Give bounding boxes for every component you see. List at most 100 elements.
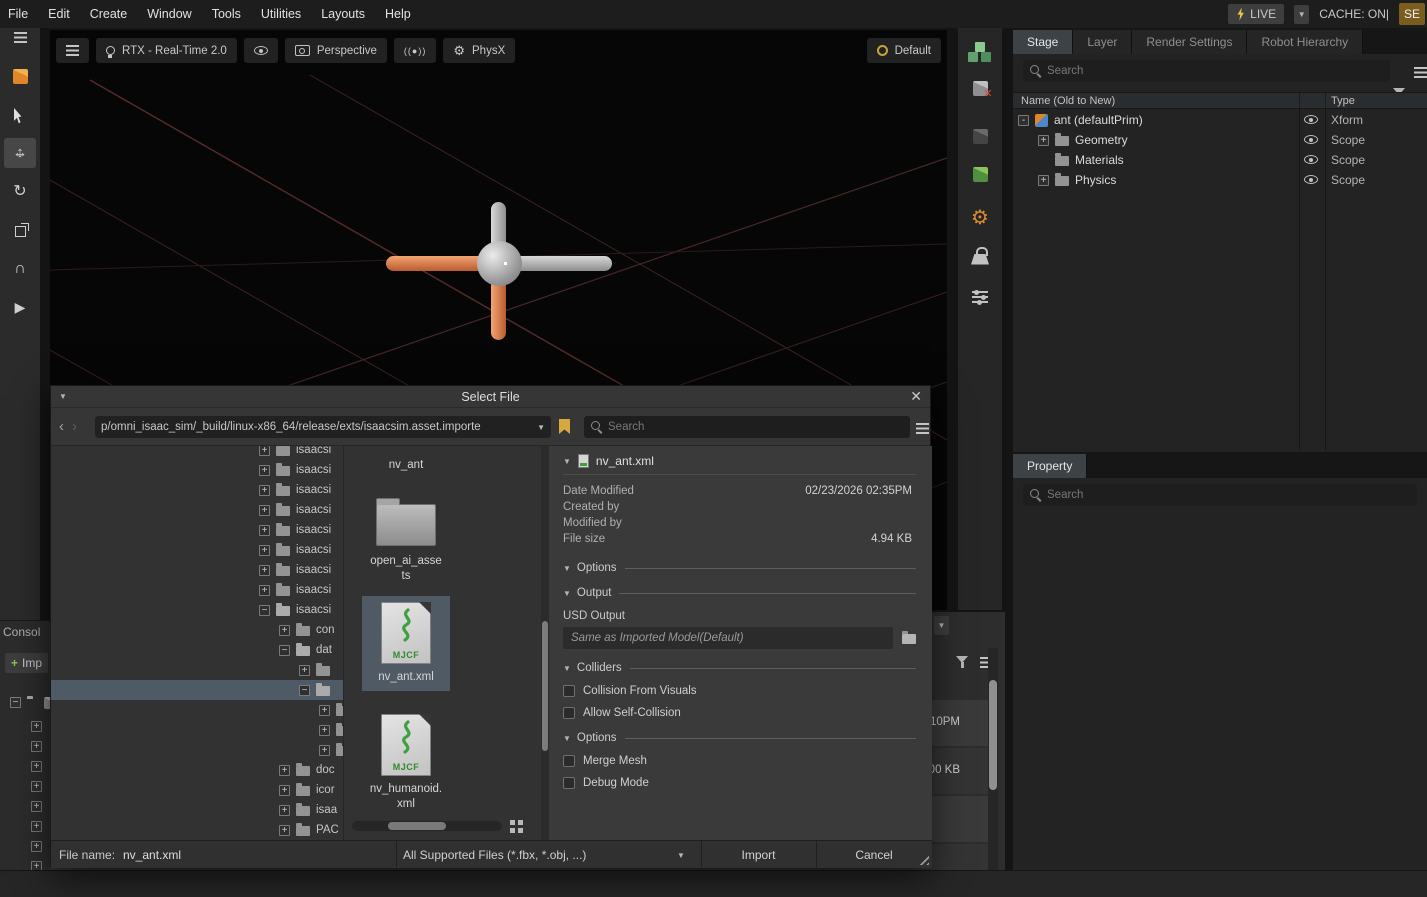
scrollbar-thumb[interactable] bbox=[542, 621, 548, 751]
expander-icon[interactable]: - bbox=[1018, 115, 1029, 126]
cursor-tool-button[interactable] bbox=[0, 106, 40, 126]
expander-icon[interactable]: + bbox=[259, 465, 270, 476]
stage-row-geometry[interactable]: +GeometryScope bbox=[1013, 130, 1427, 150]
menu-item-help[interactable]: Help bbox=[385, 7, 411, 21]
forward-button[interactable]: › bbox=[68, 418, 81, 435]
camera-dropdown[interactable]: Perspective bbox=[285, 38, 387, 63]
expander-icon[interactable]: − bbox=[10, 697, 21, 708]
file-tree-item-dat[interactable]: −dat bbox=[51, 640, 343, 660]
file-tree-item-pac[interactable]: +PAC bbox=[51, 820, 343, 840]
scale-tool-button[interactable] bbox=[0, 222, 40, 240]
view-options-icon[interactable] bbox=[916, 423, 929, 434]
file-tree-item-doc[interactable]: +doc bbox=[51, 760, 343, 780]
file-tree-item-isaa[interactable]: +isaa bbox=[51, 800, 343, 820]
scrollbar-thumb[interactable] bbox=[388, 822, 446, 830]
checkbox-debug-mode[interactable]: Debug Mode bbox=[563, 774, 916, 792]
move-tool-button[interactable]: ↔↕ bbox=[4, 138, 36, 168]
expander-icon[interactable]: + bbox=[259, 545, 270, 556]
renderer-dropdown[interactable]: RTX - Real-Time 2.0 bbox=[96, 38, 237, 63]
live-sync-button[interactable]: LIVE bbox=[1228, 4, 1284, 24]
usd-output-input[interactable] bbox=[563, 627, 893, 649]
expander-icon[interactable]: + bbox=[1038, 175, 1049, 186]
menu-item-edit[interactable]: Edit bbox=[48, 7, 70, 21]
menu-item-utilities[interactable]: Utilities bbox=[261, 7, 301, 21]
expander-icon[interactable]: + bbox=[279, 825, 290, 836]
close-icon[interactable]: ✕ bbox=[910, 388, 922, 405]
checkbox-collision-from-visuals[interactable]: Collision From Visuals bbox=[563, 682, 916, 700]
expander-icon[interactable]: − bbox=[279, 645, 290, 656]
import-button[interactable]: + Imp bbox=[5, 653, 48, 673]
expander-icon[interactable]: + bbox=[31, 821, 42, 832]
file-tile-open-ai-assets[interactable]: open_ai_assets bbox=[362, 494, 450, 584]
file-tree-item-isaacsi[interactable]: +isaacsi bbox=[51, 500, 343, 520]
expander-icon[interactable]: + bbox=[31, 861, 42, 870]
scrollbar-thumb[interactable] bbox=[989, 680, 997, 790]
section-options-2[interactable]: ▼ Options bbox=[563, 732, 916, 744]
expander-icon[interactable]: + bbox=[31, 761, 42, 772]
expander-icon[interactable]: + bbox=[279, 805, 290, 816]
file-tile-nv-ant-xml[interactable]: MJCFnv_ant.xml bbox=[362, 596, 450, 691]
collapse-caret-icon[interactable]: ▼ bbox=[563, 457, 571, 466]
visibility-eye-icon[interactable] bbox=[1304, 175, 1318, 184]
tab-layer[interactable]: Layer bbox=[1073, 30, 1132, 54]
checkbox-merge-mesh[interactable]: Merge Mesh bbox=[563, 752, 916, 770]
play-button[interactable]: ▶ bbox=[0, 296, 40, 318]
stage-cubes-button[interactable] bbox=[958, 40, 1002, 64]
file-tree-item-item[interactable]: + bbox=[51, 720, 343, 740]
horizontal-scrollbar[interactable] bbox=[352, 821, 502, 831]
expander-icon[interactable]: + bbox=[31, 801, 42, 812]
tab-property[interactable]: Property bbox=[1013, 454, 1087, 478]
file-tile-nv-humanoid-xml[interactable]: MJCFnv_humanoid.xml bbox=[362, 712, 450, 812]
file-tree-item-isaacsi[interactable]: +isaacsi bbox=[51, 480, 343, 500]
expander-icon[interactable]: + bbox=[319, 745, 330, 756]
lighting-dropdown[interactable]: Default bbox=[867, 38, 941, 63]
menu-item-create[interactable]: Create bbox=[90, 7, 128, 21]
prim-name[interactable]: Materials bbox=[1075, 153, 1124, 167]
audio-button[interactable]: ((●)) bbox=[394, 38, 436, 63]
expander-icon[interactable]: + bbox=[279, 625, 290, 636]
type-column-header[interactable]: Type bbox=[1331, 95, 1355, 107]
checkbox[interactable] bbox=[563, 777, 575, 789]
name-column-header[interactable]: Name (Old to New) bbox=[1021, 95, 1115, 107]
path-input[interactable] bbox=[95, 416, 551, 438]
expander-icon[interactable]: + bbox=[279, 765, 290, 776]
checkbox-allow-self-collision[interactable]: Allow Self-Collision bbox=[563, 704, 916, 722]
tab-render-settings[interactable]: Render Settings bbox=[1132, 30, 1247, 54]
section-colliders[interactable]: ▼ Colliders bbox=[563, 662, 916, 674]
visibility-eye-icon[interactable] bbox=[1304, 135, 1318, 144]
property-search-input[interactable] bbox=[1023, 484, 1417, 506]
expander-icon[interactable]: + bbox=[259, 446, 270, 456]
stage-row-ant-defaultprim[interactable]: -ant (defaultPrim)Xform bbox=[1013, 110, 1427, 130]
prim-name[interactable]: Physics bbox=[1075, 173, 1116, 187]
file-tree-item-isaacsi[interactable]: +isaacsi bbox=[51, 460, 343, 480]
property-search[interactable] bbox=[1023, 484, 1417, 506]
breadcrumb-dropdown[interactable]: ▼ bbox=[934, 616, 949, 635]
dark-cube-button[interactable] bbox=[958, 126, 1002, 146]
back-button[interactable]: ‹ bbox=[55, 418, 68, 435]
green-cube-button[interactable] bbox=[958, 164, 1002, 184]
menu-item-window[interactable]: Window bbox=[147, 7, 191, 21]
dialog-title-bar[interactable]: ▼ Select File ✕ bbox=[51, 386, 930, 408]
stage-row-materials[interactable]: MaterialsScope bbox=[1013, 150, 1427, 170]
mass-tool-button[interactable] bbox=[958, 246, 1002, 268]
delete-prim-button[interactable]: ✕ bbox=[958, 78, 1002, 98]
physics-dropdown[interactable]: ⚙ PhysX bbox=[443, 38, 515, 63]
details-header[interactable]: ▼ nv_ant.xml bbox=[563, 454, 916, 475]
file-tree-item-isaacsi[interactable]: +isaacsi bbox=[51, 580, 343, 600]
expander-icon[interactable]: + bbox=[1038, 135, 1049, 146]
visibility-eye-icon[interactable] bbox=[1304, 115, 1318, 124]
file-tile-nv-ant[interactable]: nv_ant bbox=[362, 452, 450, 473]
snap-tool-button[interactable]: ∩ bbox=[0, 258, 40, 280]
stage-search-input[interactable] bbox=[1023, 60, 1390, 82]
expander-icon[interactable]: + bbox=[259, 485, 270, 496]
import-button[interactable]: Import bbox=[701, 841, 816, 869]
toolbar-menu-button[interactable] bbox=[0, 28, 40, 46]
file-tree-item-isaacsi[interactable]: +isaacsi bbox=[51, 560, 343, 580]
browse-folder-icon[interactable] bbox=[902, 634, 916, 644]
file-tree-item-isaacsi[interactable]: +isaacsi bbox=[51, 540, 343, 560]
rotate-tool-button[interactable]: ↻ bbox=[0, 180, 40, 202]
checkbox[interactable] bbox=[563, 755, 575, 767]
file-tree-item-isaacsi[interactable]: +isaacsi bbox=[51, 446, 343, 460]
dialog-search-input[interactable] bbox=[584, 416, 910, 438]
file-tree-item-isaacsi[interactable]: −isaacsi bbox=[51, 600, 343, 620]
